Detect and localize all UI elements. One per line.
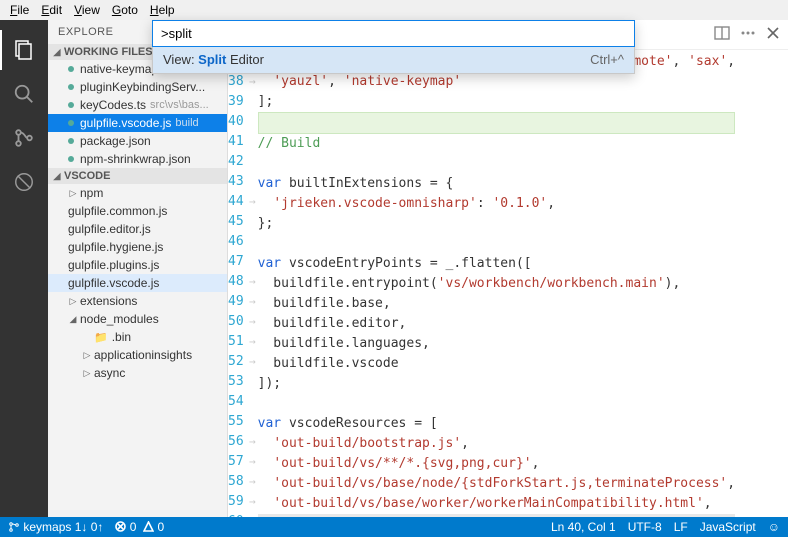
tree-item[interactable]: ▷npm	[48, 184, 227, 202]
menu-help[interactable]: Help	[144, 1, 181, 19]
close-icon[interactable]	[766, 26, 780, 44]
tree-item[interactable]: 📁.bin	[48, 328, 227, 346]
tree-item[interactable]: gulpfile.plugins.js	[48, 256, 227, 274]
tree-item[interactable]: ◢node_modules	[48, 310, 227, 328]
tree-item[interactable]: gulpfile.vscode.js	[48, 274, 227, 292]
working-file-item[interactable]: pluginKeybindingServ...	[48, 78, 227, 96]
code-area[interactable]: 3738394041424344454647484950515253545556…	[228, 50, 788, 517]
tree-item[interactable]: ▷applicationinsights	[48, 346, 227, 364]
statusbar: keymaps 1↓ 0↑ 0 0 Ln 40, Col 1 UTF-8 LF …	[0, 517, 788, 537]
tree-item[interactable]: gulpfile.hygiene.js	[48, 238, 227, 256]
working-file-item[interactable]: npm-shrinkwrap.json	[48, 150, 227, 168]
status-encoding[interactable]: UTF-8	[628, 520, 662, 534]
menu-goto[interactable]: Goto	[106, 1, 144, 19]
split-editor-icon[interactable]	[714, 26, 730, 44]
menu-edit[interactable]: Edit	[35, 1, 68, 19]
activity-bar	[0, 20, 48, 517]
sidebar: EXPLORE ◢WORKING FILES native-keymap.d.t…	[48, 20, 228, 517]
activity-debug-icon[interactable]	[0, 160, 48, 204]
editor-group: 3738394041424344454647484950515253545556…	[228, 20, 788, 517]
status-eol[interactable]: LF	[674, 520, 688, 534]
activity-git-icon[interactable]	[0, 116, 48, 160]
working-file-item[interactable]: gulpfile.vscode.jsbuild	[48, 114, 227, 132]
menu-view[interactable]: View	[68, 1, 106, 19]
menubar: File Edit View Goto Help	[0, 0, 788, 20]
command-palette-input[interactable]	[153, 21, 634, 46]
command-palette: View: Split Editor Ctrl+^	[152, 20, 635, 74]
menu-file[interactable]: File	[4, 1, 35, 19]
command-palette-result[interactable]: View: Split Editor Ctrl+^	[153, 46, 634, 73]
working-file-item[interactable]: package.json	[48, 132, 227, 150]
status-language[interactable]: JavaScript	[700, 520, 756, 534]
status-feedback-icon[interactable]: ☺	[768, 520, 780, 534]
project-header[interactable]: ◢VSCODE	[48, 168, 227, 184]
tree-item[interactable]: ▷async	[48, 364, 227, 382]
status-problems[interactable]: 0 0	[115, 520, 164, 534]
activity-explorer-icon[interactable]	[0, 28, 48, 72]
tree-item[interactable]: gulpfile.editor.js	[48, 220, 227, 238]
activity-search-icon[interactable]	[0, 72, 48, 116]
working-file-item[interactable]: keyCodes.tssrc\vs\bas...	[48, 96, 227, 114]
tree-item[interactable]: ▷extensions	[48, 292, 227, 310]
more-icon[interactable]	[740, 26, 756, 44]
status-position[interactable]: Ln 40, Col 1	[551, 520, 616, 534]
command-palette-shortcut: Ctrl+^	[590, 52, 624, 67]
status-branch[interactable]: keymaps 1↓ 0↑	[8, 520, 103, 534]
tree-item[interactable]: gulpfile.common.js	[48, 202, 227, 220]
